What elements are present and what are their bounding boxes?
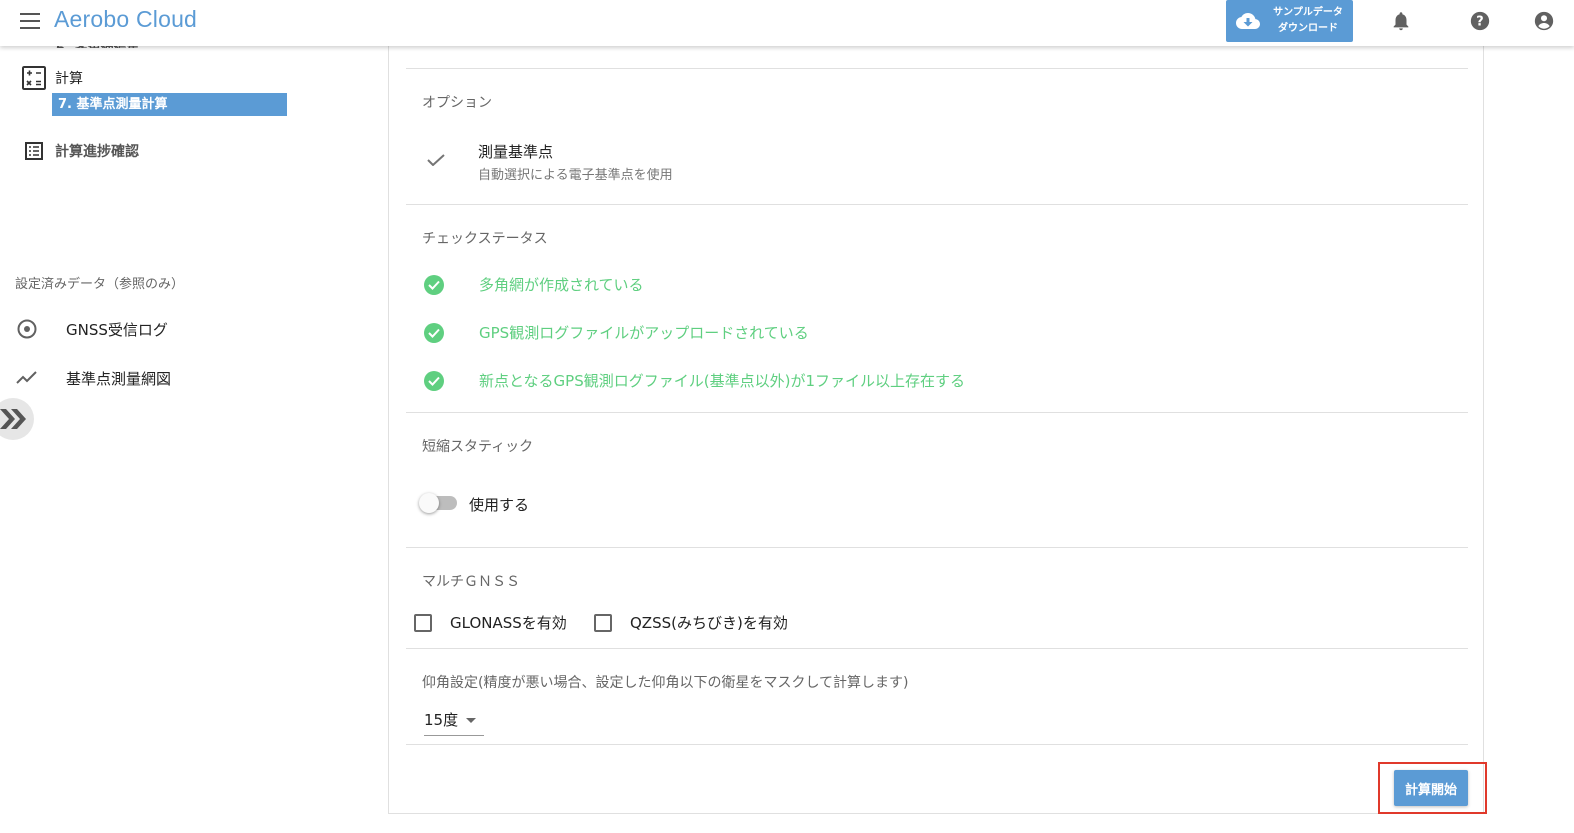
svg-text:?: ? [1476,15,1483,30]
sidebar-item-basepoint-calc[interactable]: 7. 基準点測量計算 [52,93,287,116]
sample-button-line2: ダウンロード [1278,23,1338,34]
checkbox-box[interactable] [594,613,612,632]
elevation-select-value: 15度 [424,711,459,729]
status-item: 多角網が作成されている [424,274,644,295]
sample-data-download-button[interactable]: サンプルデータ ダウンロード [1226,0,1353,42]
app-root: Aerobo Cloud サンプルデータ ダウンロード ? 6. 多角網編集 [0,0,1574,833]
dropdown-arrow-icon [466,718,476,723]
sidebar-group-calc-label: 計算 [55,71,83,87]
toggle-knob [419,493,439,513]
short-static-toggle-label: 使用する [469,496,530,514]
start-calc-button[interactable]: 計算開始 [1394,770,1468,806]
glonass-checkbox-label: GLONASSを有効 [450,614,567,632]
bell-icon[interactable] [1390,10,1412,32]
check-status-section-title: チェックステータス [422,231,548,247]
sidebar-item-network-diagram[interactable]: 基準点測量網図 [16,367,171,389]
sidebar-group-calc: 計算 [22,66,83,90]
calculator-icon [22,66,46,90]
status-item: GPS観測ログファイルがアップロードされている [424,322,809,343]
sidebar: 6. 多角網編集 計算 7. 基準点測量計算 計算進捗確認 設定済みデータ（参照… [0,42,388,833]
sidebar-section-title: 設定済みデータ（参照のみ） [15,277,185,292]
checkbox-box[interactable] [414,613,432,632]
status-item-label: GPS観測ログファイルがアップロードされている [479,324,809,342]
radio-target-icon [17,319,37,339]
short-static-toggle[interactable] [419,493,457,513]
help-icon[interactable]: ? [1469,10,1491,32]
divider [406,648,1468,649]
elevation-setting-title: 仰角設定(精度が悪い場合、設定した仰角以下の衛星をマスクして計算します) [422,675,909,691]
check-circle-icon [424,274,444,295]
sidebar-item-gnss-log-label: GNSS受信ログ [66,320,168,339]
divider [406,744,1468,745]
sidebar-item-calc-progress-label: 計算進捗確認 [55,144,139,160]
check-circle-icon [424,370,444,391]
trend-line-icon [16,371,37,384]
qzss-checkbox[interactable]: QZSS(みちびき)を有効 [594,612,788,633]
sidebar-item-calc-progress[interactable]: 計算進捗確認 [25,141,139,161]
status-item-label: 新点となるGPS観測ログファイル(基準点以外)が1ファイル以上存在する [479,372,965,390]
menu-icon[interactable] [20,13,40,29]
sample-button-line1: サンプルデータ [1273,7,1343,18]
option-survey-basepoint: 測量基準点 [478,143,554,161]
sidebar-expand-button[interactable] [0,398,34,440]
divider [406,68,1468,69]
list-icon [25,142,43,160]
elevation-select[interactable]: 15度 [424,709,484,736]
option-survey-basepoint-desc: 自動選択による電子基準点を使用 [478,168,673,183]
multi-gnss-section-title: マルチＧＮＳＳ [422,574,520,590]
qzss-checkbox-label: QZSS(みちびき)を有効 [630,614,788,632]
sample-button-label: サンプルデータ ダウンロード [1270,5,1346,37]
double-chevron-right-icon [0,409,26,429]
sidebar-item-network-diagram-label: 基準点測量網図 [66,369,172,388]
status-item-label: 多角網が作成されている [479,276,644,294]
status-item: 新点となるGPS観測ログファイル(基準点以外)が1ファイル以上存在する [424,370,965,391]
options-section-title: オプション [422,95,492,111]
top-app-bar: Aerobo Cloud サンプルデータ ダウンロード ? [0,0,1574,46]
check-circle-icon [424,322,444,343]
cloud-download-icon [1236,13,1260,29]
sidebar-item-gnss-log[interactable]: GNSS受信ログ [16,318,168,340]
divider [406,412,1468,413]
account-icon[interactable] [1533,10,1555,32]
divider [406,547,1468,548]
calc-settings-card: オプション 測量基準点 自動選択による電子基準点を使用 チェックステータス 多角… [388,46,1487,814]
divider [406,204,1468,205]
glonass-checkbox[interactable]: GLONASSを有効 [414,612,567,633]
check-icon [427,154,445,166]
short-static-section-title: 短縮スタティック [422,439,534,455]
app-title[interactable]: Aerobo Cloud [54,6,197,33]
